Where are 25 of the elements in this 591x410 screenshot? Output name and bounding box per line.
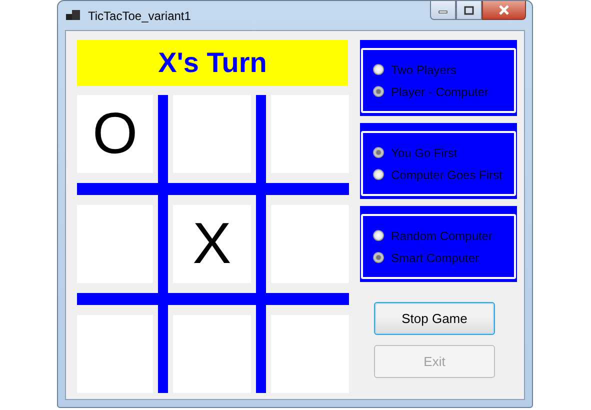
option-label[interactable]: Random Computer [391, 228, 492, 242]
maximize-button[interactable] [456, 1, 482, 20]
cell-mark: X [192, 215, 232, 273]
close-button[interactable] [482, 1, 526, 20]
option-label[interactable]: Smart Computer [391, 250, 480, 264]
cell-mark: O [92, 105, 138, 163]
close-icon [498, 5, 510, 15]
board-cell[interactable]: O [77, 95, 153, 173]
radio-button[interactable] [373, 147, 384, 158]
option-label[interactable]: You Go First [391, 146, 458, 160]
radio-button[interactable] [373, 86, 384, 97]
minimize-button[interactable] [430, 1, 456, 20]
action-button[interactable]: Stop Game [374, 302, 495, 335]
radio-button[interactable] [373, 252, 384, 263]
radio-button[interactable] [373, 169, 384, 180]
option-label[interactable]: Player - Computer [391, 84, 488, 98]
option-label[interactable]: Two Players [391, 62, 456, 76]
radio-button[interactable] [373, 230, 384, 241]
radio-button[interactable] [373, 64, 384, 75]
board-cell[interactable]: X [173, 205, 251, 283]
maximize-icon [464, 6, 474, 14]
app-icon [66, 10, 80, 22]
option-label[interactable]: Computer Goes First [391, 168, 502, 182]
turn-banner: X's Turn [77, 40, 348, 86]
window-title: TicTacToe_variant1 [88, 8, 191, 22]
